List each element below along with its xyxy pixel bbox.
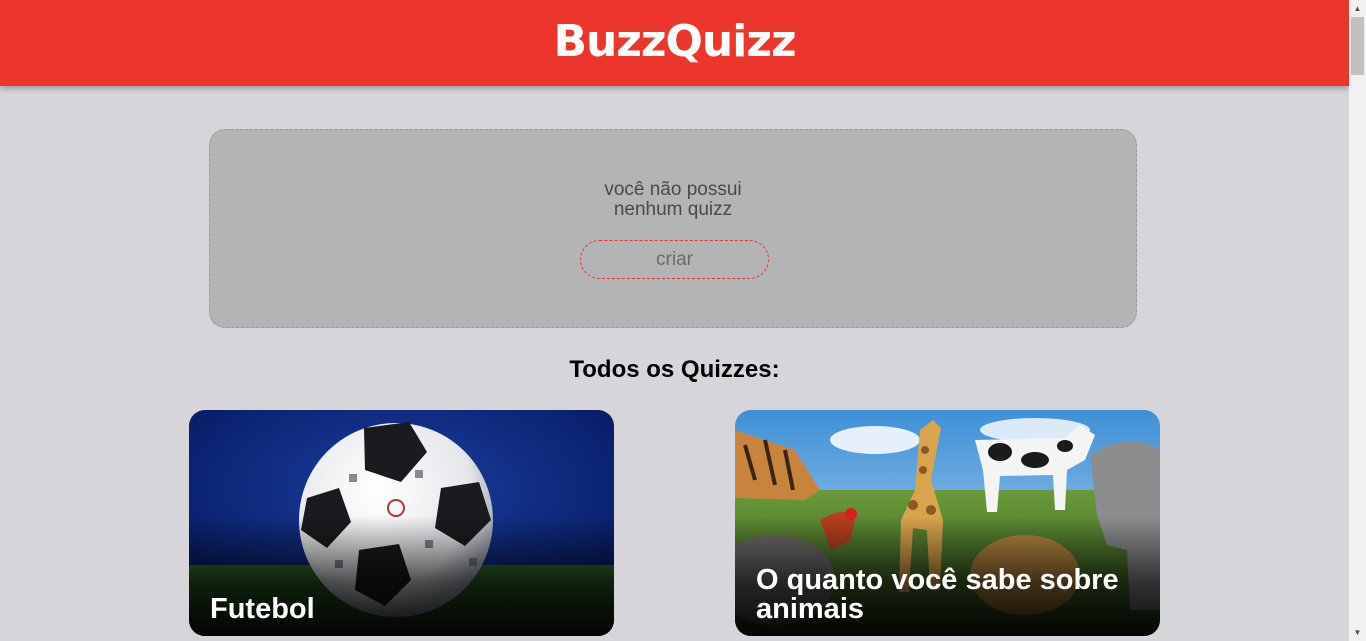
- scroll-up-icon[interactable]: ▲: [1349, 0, 1366, 17]
- empty-message: você não possui nenhum quizz: [210, 180, 1136, 220]
- create-quiz-button[interactable]: criar: [580, 240, 769, 279]
- scroll-thumb[interactable]: [1351, 17, 1364, 75]
- empty-message-line-1: você não possui: [604, 179, 742, 200]
- user-quizzes-empty-state: você não possui nenhum quizz criar: [209, 129, 1137, 328]
- app-logo[interactable]: BuzzQuizz: [553, 16, 796, 67]
- quiz-card-title: O quanto você sabe sobre animais: [756, 564, 1119, 625]
- top-bar: BuzzQuizz: [0, 0, 1349, 86]
- vertical-scrollbar[interactable]: ▲ ▼: [1349, 0, 1366, 641]
- quiz-card-title: Futebol: [210, 593, 315, 625]
- quiz-card-animais[interactable]: O quanto você sabe sobre animais: [735, 410, 1160, 636]
- scroll-down-icon[interactable]: ▼: [1349, 624, 1366, 641]
- quiz-card-futebol[interactable]: Futebol: [189, 410, 614, 636]
- empty-message-line-2: nenhum quizz: [613, 199, 733, 220]
- page: BuzzQuizz você não possui nenhum quizz c…: [0, 0, 1349, 641]
- all-quizzes-title: Todos os Quizzes:: [569, 356, 780, 383]
